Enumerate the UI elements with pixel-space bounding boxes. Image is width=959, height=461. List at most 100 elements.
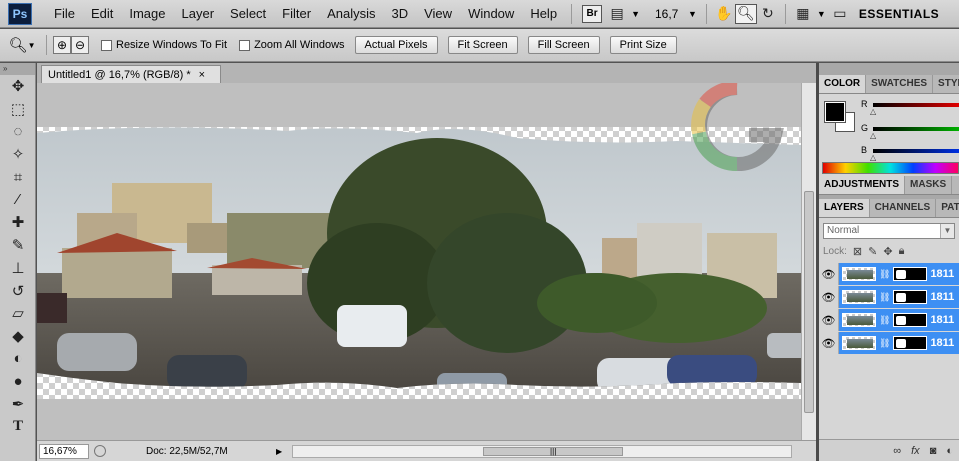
menu-help[interactable]: Help xyxy=(522,0,565,28)
vertical-scrollbar[interactable] xyxy=(801,83,816,440)
slider-thumb-icon[interactable]: △ xyxy=(870,131,876,140)
add-mask-icon[interactable]: ◙ xyxy=(930,445,937,457)
crop-icon[interactable]: ⌗ xyxy=(0,166,36,189)
burn-icon[interactable]: ● xyxy=(0,370,36,393)
type-icon[interactable]: T xyxy=(0,415,36,438)
tab-color[interactable]: COLOR xyxy=(819,75,867,93)
chevron-down-icon[interactable]: ▼ xyxy=(631,9,640,19)
layer-style-icon[interactable]: fx xyxy=(911,445,920,457)
bridge-icon[interactable]: Br xyxy=(582,4,603,23)
menu-edit[interactable]: Edit xyxy=(83,0,121,28)
zoom-in-icon[interactable]: ⊕ xyxy=(53,36,71,54)
eraser-icon[interactable]: ▱ xyxy=(0,302,36,325)
layer-content[interactable]: ⛓ 1811 xyxy=(839,332,959,354)
link-layers-icon[interactable]: ∞ xyxy=(893,445,901,457)
color-spectrum-bar[interactable] xyxy=(822,162,959,174)
spot-healing-icon[interactable]: ✚ xyxy=(0,211,36,234)
tab-channels[interactable]: CHANNELS xyxy=(870,199,937,217)
menu-window[interactable]: Window xyxy=(460,0,522,28)
menu-image[interactable]: Image xyxy=(121,0,173,28)
chevron-down-icon[interactable]: ▼ xyxy=(817,9,826,19)
layer-row[interactable]: 👁︎ ⛓ 1811 xyxy=(819,309,959,331)
red-slider[interactable]: R △ xyxy=(861,99,959,116)
actual-pixels-button[interactable]: Actual Pixels xyxy=(354,36,438,54)
zoom-level[interactable]: 16,7 xyxy=(655,7,685,21)
link-icon[interactable]: ⛓ xyxy=(879,338,890,349)
green-slider-track[interactable] xyxy=(873,127,959,131)
eye-icon[interactable]: 👁︎ xyxy=(819,309,839,331)
blend-mode-select[interactable]: Normal ▼ xyxy=(823,223,955,239)
menu-file[interactable]: File xyxy=(46,0,83,28)
tab-styles[interactable]: STYL xyxy=(933,75,959,93)
panel-dock-header[interactable] xyxy=(819,63,959,75)
slider-thumb-icon[interactable]: △ xyxy=(870,153,876,162)
document-tab[interactable]: Untitled1 @ 16,7% (RGB/8) * × xyxy=(41,65,221,83)
horizontal-scroll-thumb[interactable]: ||| xyxy=(483,446,624,456)
eyedropper-icon[interactable]: ⁄ xyxy=(0,188,36,211)
zoom-all-windows-checkbox[interactable]: Zoom All Windows xyxy=(239,39,345,51)
checkbox-box[interactable] xyxy=(101,39,112,51)
move-icon[interactable]: ✥ xyxy=(0,75,36,98)
pen-icon[interactable]: ✒ xyxy=(0,393,36,416)
menu-select[interactable]: Select xyxy=(222,0,274,28)
slider-thumb-icon[interactable]: △ xyxy=(870,107,876,116)
chevron-down-icon[interactable]: ▼ xyxy=(940,224,954,238)
zoom-tool-preset-icon[interactable]: 🔍︎ ▼ xyxy=(4,34,40,56)
layer-mask-thumbnail[interactable] xyxy=(893,313,928,327)
close-icon[interactable]: × xyxy=(199,69,205,81)
lasso-icon[interactable]: ◌ xyxy=(0,120,36,143)
menu-view[interactable]: View xyxy=(416,0,460,28)
menu-analysis[interactable]: Analysis xyxy=(319,0,383,28)
layer-content[interactable]: ⛓ 1811 xyxy=(839,286,959,308)
hand-icon[interactable]: ✋ xyxy=(713,4,735,24)
clone-stamp-icon[interactable]: ⊥ xyxy=(0,257,36,280)
lock-transparent-icon[interactable]: ⊠ xyxy=(853,245,862,258)
eye-icon[interactable]: 👁︎ xyxy=(819,263,839,285)
paint-bucket-icon[interactable]: ◆ xyxy=(0,325,36,348)
layer-mask-thumbnail[interactable] xyxy=(893,336,928,350)
status-menu-icon[interactable]: ▶ xyxy=(276,447,282,456)
tab-paths[interactable]: PAT xyxy=(936,199,959,217)
eye-icon[interactable]: 👁︎ xyxy=(819,332,839,354)
eye-icon[interactable]: 👁︎ xyxy=(819,286,839,308)
status-zoom-field[interactable]: 16,67% xyxy=(39,443,89,459)
layer-row[interactable]: 👁︎ ⛓ 1811 xyxy=(819,286,959,308)
lock-position-icon[interactable]: ✥ xyxy=(883,245,892,258)
menu-layer[interactable]: Layer xyxy=(174,0,223,28)
lock-pixels-icon[interactable]: ✎ xyxy=(868,245,877,258)
checkbox-box[interactable] xyxy=(239,39,251,51)
tab-layers[interactable]: LAYERS xyxy=(819,199,870,217)
history-brush-icon[interactable]: ↺ xyxy=(0,279,36,302)
tab-masks[interactable]: MASKS xyxy=(905,176,953,194)
workspace-switcher[interactable]: ESSENTIALS xyxy=(859,7,939,21)
marquee-icon[interactable]: ⬚ xyxy=(0,98,36,121)
screen-mode-icon[interactable]: ▤ xyxy=(606,4,628,24)
layer-mask-thumbnail[interactable] xyxy=(893,267,928,281)
dodge-icon[interactable]: ◐ xyxy=(0,347,36,370)
print-size-button[interactable]: Print Size xyxy=(609,36,677,54)
fit-screen-button[interactable]: Fit Screen xyxy=(447,36,518,54)
zoom-icon[interactable]: 🔍︎ xyxy=(734,3,757,24)
link-icon[interactable]: ⛓ xyxy=(879,315,890,326)
layer-content[interactable]: ⛓ 1811 xyxy=(839,263,959,285)
blue-slider-track[interactable] xyxy=(873,149,959,153)
rotate-view-icon[interactable]: ↻ xyxy=(757,4,779,24)
red-slider-track[interactable] xyxy=(873,103,959,107)
fill-screen-button[interactable]: Fill Screen xyxy=(527,36,600,54)
link-icon[interactable]: ⛓ xyxy=(879,269,890,280)
magic-wand-icon[interactable]: ✧ xyxy=(0,143,36,166)
link-icon[interactable]: ⛓ xyxy=(879,292,890,303)
layer-row[interactable]: 👁︎ ⛓ 1811 xyxy=(819,332,959,354)
layer-name[interactable]: 1811 xyxy=(930,337,954,349)
layer-name[interactable]: 1811 xyxy=(930,291,954,303)
menu-filter[interactable]: Filter xyxy=(274,0,319,28)
document-size[interactable]: Doc: 22,5M/52,7M xyxy=(146,446,276,457)
horizontal-scrollbar[interactable]: ||| xyxy=(292,444,793,458)
layer-mask-thumbnail[interactable] xyxy=(893,290,928,304)
document-info-icon[interactable] xyxy=(94,445,106,457)
adjustment-layer-icon[interactable]: ◐ xyxy=(946,445,953,457)
resize-windows-checkbox[interactable]: Resize Windows To Fit xyxy=(101,39,227,51)
green-slider[interactable]: G △ xyxy=(861,123,959,140)
zoom-out-icon[interactable]: ⊖ xyxy=(71,36,89,54)
layer-row[interactable]: 👁︎ ⛓ 1811 xyxy=(819,263,959,285)
